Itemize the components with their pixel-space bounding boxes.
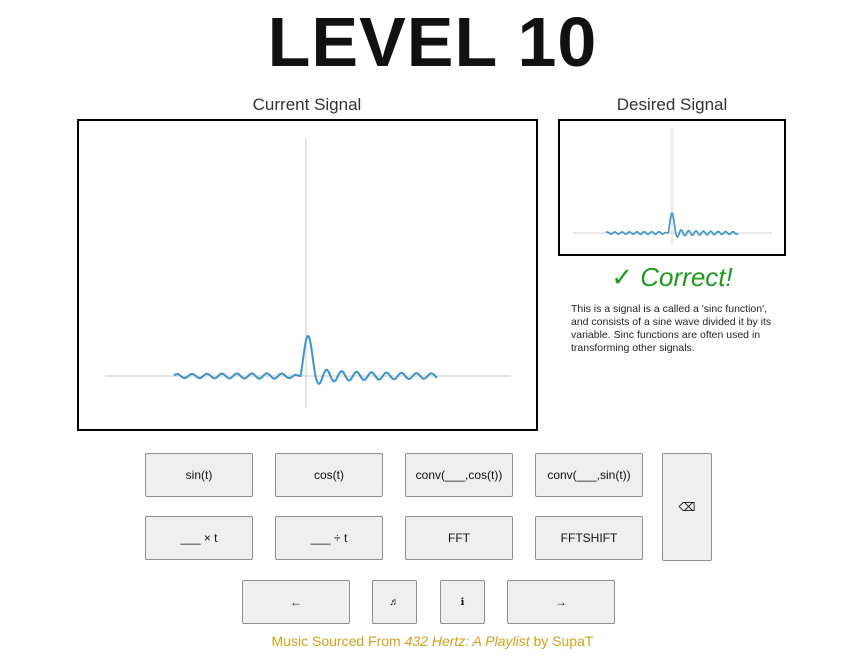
credit-prefix: Music Sourced From	[271, 633, 405, 649]
signal-description: This is a signal is a called a 'sinc fun…	[571, 303, 772, 354]
fftshift-button[interactable]: FFTSHIFT	[535, 516, 643, 560]
backspace-button[interactable]: ⌫	[662, 453, 712, 561]
current-signal-plot	[77, 119, 538, 431]
desired-signal-label: Desired Signal	[616, 95, 728, 114]
sin-button[interactable]: sin(t)	[145, 453, 253, 497]
cos-button[interactable]: cos(t)	[275, 453, 383, 497]
music-button[interactable]: ♬	[372, 580, 417, 624]
left-arrow-button[interactable]: ←	[242, 580, 350, 624]
right-arrow-button[interactable]: →	[507, 580, 615, 624]
music-note-icon: ♬	[389, 596, 400, 608]
conv-sin-button[interactable]: conv(___,sin(t))	[535, 453, 643, 497]
arrow-right-icon: →	[555, 595, 567, 609]
desired-signal-svg	[573, 129, 772, 244]
conv-cos-button[interactable]: conv(___,cos(t))	[405, 453, 513, 497]
credit-by: by	[529, 633, 553, 649]
multiply-t-button[interactable]: ___ × t	[145, 516, 253, 560]
info-icon: ℹ	[460, 596, 465, 608]
arrow-left-icon: ←	[290, 595, 302, 609]
info-button[interactable]: ℹ	[440, 580, 485, 624]
backspace-icon: ⌫	[678, 500, 696, 514]
level-title: LEVEL 10	[267, 3, 598, 81]
fft-button[interactable]: FFT	[405, 516, 513, 560]
correct-status: ✓ Correct!	[611, 262, 733, 292]
current-signal-label: Current Signal	[252, 95, 362, 114]
playlist-link[interactable]: 432 Hertz: A Playlist	[405, 633, 530, 649]
desired-signal-plot	[558, 119, 786, 256]
artist-name: SupaT	[552, 633, 594, 649]
current-signal-svg	[105, 138, 511, 408]
music-credit: Music Sourced From 432 Hertz: A Playlist…	[0, 633, 865, 649]
divide-t-button[interactable]: ___ ÷ t	[275, 516, 383, 560]
